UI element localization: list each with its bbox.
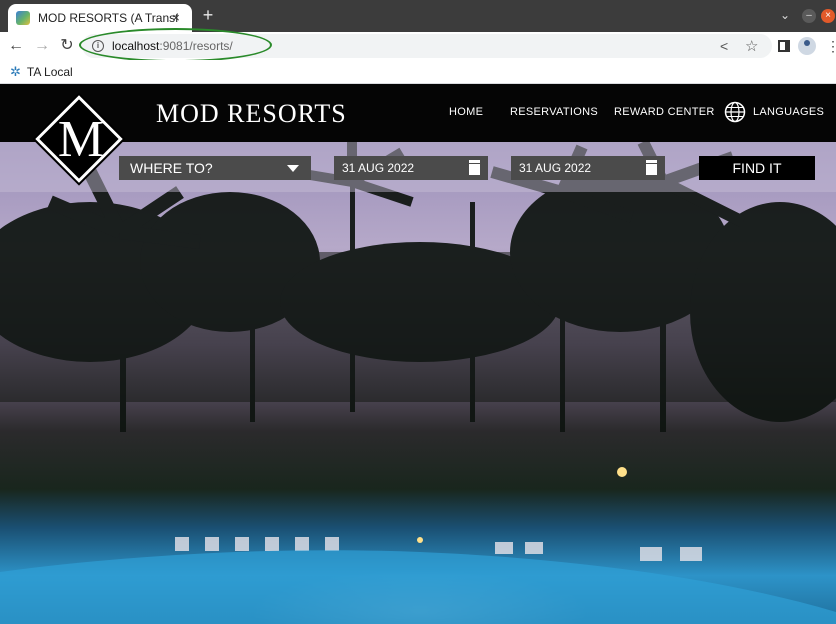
bookmark-ta-local[interactable]: TA Local	[27, 65, 73, 79]
browser-tab[interactable]: MOD RESORTS (A Transfo ×	[8, 4, 192, 32]
tab-search-icon[interactable]: ⌄	[780, 8, 790, 22]
reload-icon[interactable]: ↻	[57, 36, 77, 56]
info-icon[interactable]: i	[92, 40, 104, 52]
brand-name[interactable]: MOD RESORTS	[156, 99, 347, 129]
kebab-menu-icon[interactable]: ⋮	[826, 38, 836, 55]
nav-languages[interactable]: LANGUAGES	[753, 106, 824, 118]
checkin-date-field[interactable]: 31 AUG 2022	[334, 156, 488, 180]
find-it-button[interactable]: FIND IT	[699, 156, 815, 180]
url-path: :9081/resorts/	[159, 39, 233, 53]
bookmarks-bar: ✲ TA Local	[0, 60, 836, 84]
checkout-date-field[interactable]: 31 AUG 2022	[511, 156, 665, 180]
address-bar[interactable]: i localhost:9081/resorts/	[82, 34, 772, 58]
logo-letter: M	[57, 111, 105, 168]
resort-page: MOD RESORTS HOME RESERVATIONS REWARD CEN…	[0, 84, 836, 624]
checkout-date: 31 AUG 2022	[519, 161, 592, 175]
hero-image	[0, 142, 836, 624]
checkin-date: 31 AUG 2022	[342, 161, 415, 175]
side-panel-icon[interactable]	[778, 40, 790, 52]
star-icon[interactable]: ☆	[745, 37, 758, 55]
browser-toolbar: ← → ↻ i localhost:9081/resorts/ < ☆ ⋮	[0, 32, 836, 60]
calendar-icon[interactable]	[646, 160, 657, 175]
tab-title: MOD RESORTS (A Transfo	[38, 11, 178, 25]
arrow-right-icon[interactable]: →	[32, 36, 52, 56]
share-icon[interactable]: <	[720, 38, 728, 54]
nav-reward-center[interactable]: REWARD CENTER	[614, 106, 715, 118]
calendar-icon[interactable]	[469, 160, 480, 175]
destination-label: WHERE TO?	[130, 160, 213, 176]
arrow-left-icon[interactable]: ←	[6, 36, 26, 56]
nav-home[interactable]: HOME	[449, 106, 483, 118]
palm-trees-illustration	[0, 142, 836, 624]
new-tab-button[interactable]: +	[200, 5, 216, 26]
profile-icon[interactable]	[798, 37, 816, 55]
caret-down-icon	[287, 165, 299, 172]
destination-select[interactable]: WHERE TO?	[119, 156, 311, 180]
url-host: localhost	[112, 39, 160, 53]
window-close-icon[interactable]: ×	[821, 9, 835, 23]
close-tab-icon[interactable]: ×	[168, 10, 184, 25]
tab-strip: MOD RESORTS (A Transfo × + ⌄ – ×	[0, 0, 836, 32]
site-header: MOD RESORTS HOME RESERVATIONS REWARD CEN…	[0, 84, 836, 142]
bookmark-icon: ✲	[10, 63, 21, 79]
globe-icon[interactable]	[724, 101, 746, 123]
minimize-icon[interactable]: –	[802, 9, 816, 23]
nav-reservations[interactable]: RESERVATIONS	[510, 106, 598, 118]
favicon-icon	[16, 11, 30, 25]
